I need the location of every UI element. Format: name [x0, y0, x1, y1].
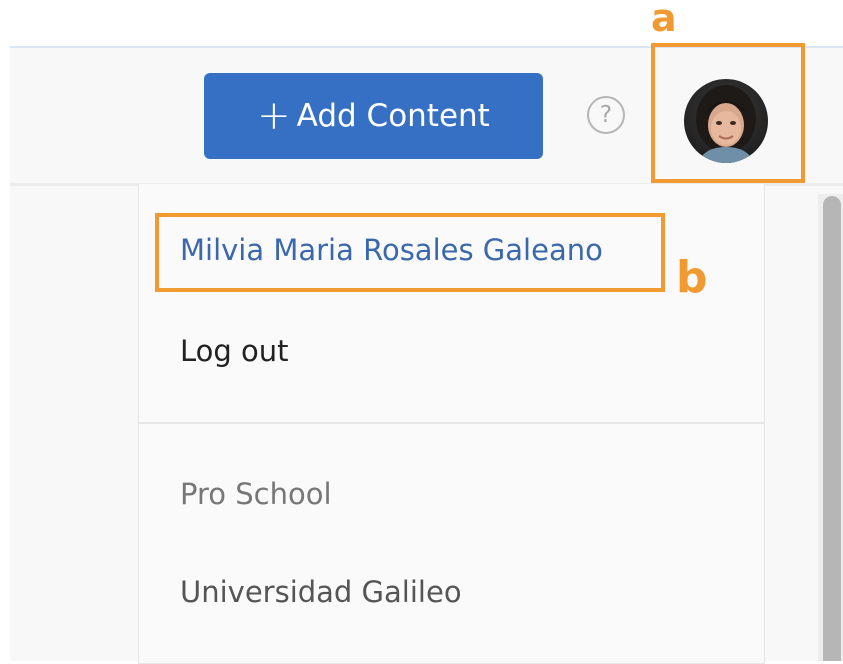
callout-a-box: [651, 43, 805, 183]
top-strip: [0, 0, 843, 46]
org-item-pro-school[interactable]: Pro School: [180, 477, 332, 511]
logout-menu-item[interactable]: Log out: [180, 334, 289, 368]
plus-icon: +: [257, 93, 291, 139]
callout-b-label: b: [676, 252, 708, 303]
add-content-button[interactable]: + Add Content: [204, 73, 543, 159]
menu-divider: [139, 422, 764, 424]
callout-a-label: a: [651, 0, 677, 40]
org-item-universidad-galileo[interactable]: Universidad Galileo: [180, 575, 462, 609]
add-content-label: Add Content: [296, 98, 490, 134]
question-circle-icon[interactable]: ?: [587, 96, 625, 134]
scrollbar-thumb[interactable]: [823, 196, 841, 661]
callout-b-box: [155, 213, 665, 292]
